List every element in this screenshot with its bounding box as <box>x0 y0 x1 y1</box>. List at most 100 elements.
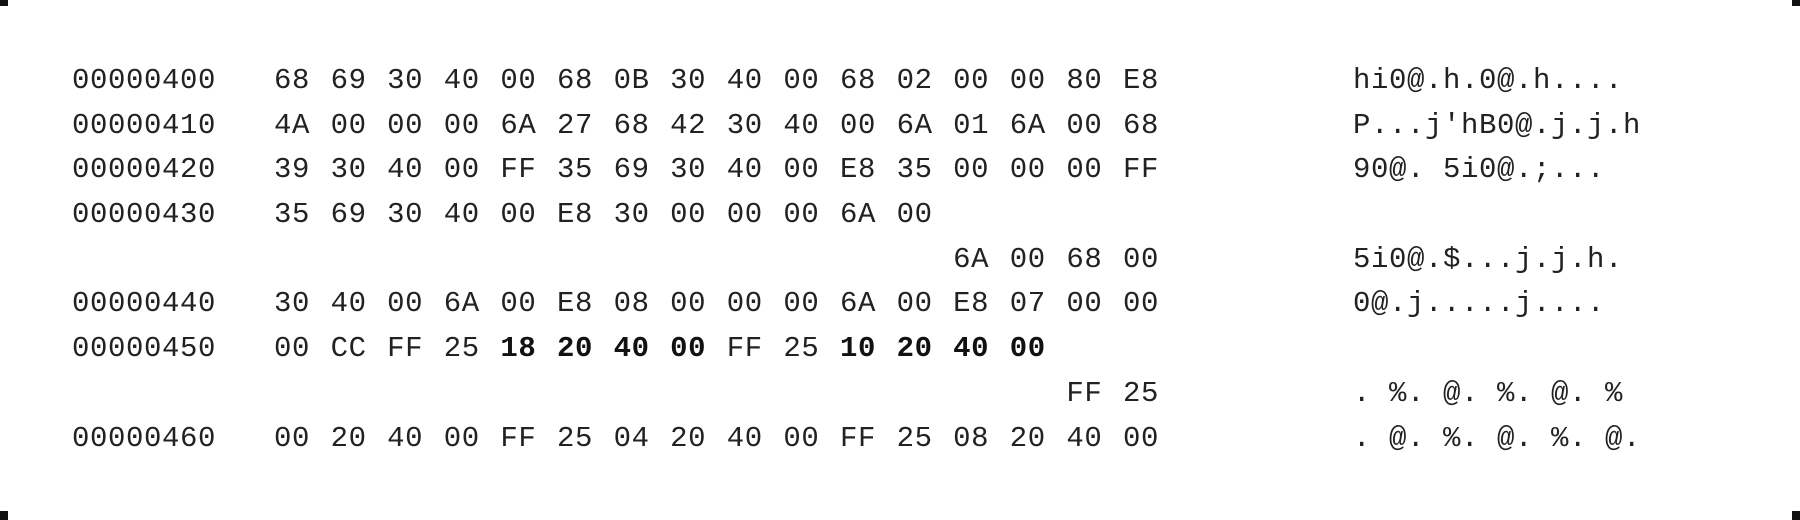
hex-byte: 39 <box>273 153 310 187</box>
hex-row: 00000450 00 CC FF 25 18 20 40 00 FF 25 10 20 40 00 <box>0 327 1800 372</box>
row-offset: 00000410 <box>72 108 217 142</box>
row-ascii: P...j'hB0@.j.j.h <box>1353 108 1642 142</box>
hex-byte: 69 <box>330 64 367 97</box>
hex-byte: E8 <box>1122 64 1159 97</box>
hex-byte: 25 <box>783 332 820 366</box>
hex-byte: 40 <box>1066 421 1103 455</box>
hex-byte: 00 <box>896 198 933 232</box>
hex-byte: 00 <box>443 421 480 455</box>
row-ascii: 0@.j.....j.... <box>1353 287 1606 321</box>
hex-byte: 00 <box>1122 421 1159 455</box>
corner-mark-top-left <box>0 0 8 6</box>
hex-row: 00000430 35 69 30 40 00 E8 30 00 00 00 6A 00 <box>0 193 1800 238</box>
hex-byte: 40 <box>726 153 763 187</box>
hex-byte: 68 <box>839 64 876 97</box>
hex-byte: 00 <box>670 287 707 321</box>
hex-byte: 35 <box>556 153 593 187</box>
corner-mark-bottom-left <box>0 511 8 520</box>
hex-byte: 40 <box>443 64 480 97</box>
hex-byte: 00 <box>273 421 310 455</box>
hex-byte: 30 <box>613 198 650 232</box>
hex-byte-highlighted: 40 <box>613 332 650 366</box>
hex-byte: 00 <box>953 64 990 97</box>
hex-byte: 40 <box>330 287 367 321</box>
hex-dump: 00000400 68 69 30 40 00 68 0B 30 40 00 68 02 00 00 80 E8… <box>0 59 1800 461</box>
hex-byte: 4A <box>273 108 310 142</box>
hex-byte: 25 <box>896 421 933 455</box>
hex-byte: 00 <box>839 108 876 142</box>
hex-byte: 02 <box>896 64 933 97</box>
hex-byte: 6A <box>500 108 537 142</box>
hex-byte: 00 <box>783 64 820 97</box>
hex-byte: 00 <box>783 421 820 455</box>
row-ascii: hi0@.h.0@.h.... <box>1353 64 1624 97</box>
hex-byte: 00 <box>443 153 480 187</box>
hex-byte: 00 <box>1122 287 1159 321</box>
hex-byte: FF <box>500 153 537 187</box>
hex-byte: 00 <box>1066 287 1103 321</box>
hex-byte: 00 <box>783 287 820 321</box>
hex-row: FF 25 . %. @. %. @. % <box>0 372 1800 417</box>
hex-byte: FF <box>1122 153 1159 187</box>
hex-byte: FF <box>387 332 424 366</box>
hex-byte: E8 <box>556 198 593 232</box>
hex-byte: 35 <box>896 153 933 187</box>
hex-byte: CC <box>330 332 367 366</box>
hex-byte: 00 <box>387 108 424 142</box>
hex-byte: 40 <box>443 198 480 232</box>
hex-byte: 0B <box>613 64 650 97</box>
hex-byte: 68 <box>1066 242 1103 276</box>
hex-byte: 6A <box>896 108 933 142</box>
hex-byte: 00 <box>1009 153 1046 187</box>
hex-byte: 69 <box>330 198 367 232</box>
hex-byte: 40 <box>726 64 763 97</box>
hex-byte: 27 <box>556 108 593 142</box>
hex-byte: 00 <box>330 108 367 142</box>
hex-row: 00000440 30 40 00 6A 00 E8 08 00 00 00 6A 00 E8 07 00 00… <box>0 282 1800 327</box>
hex-byte: FF <box>839 421 876 455</box>
hex-byte: 04 <box>613 421 650 455</box>
hex-byte: 30 <box>387 198 424 232</box>
hex-byte-highlighted: 18 <box>500 332 537 366</box>
row-offset: 00000460 <box>72 421 217 455</box>
hex-row: 6A 00 68 00 5i0@.$...j.j.h. <box>0 238 1800 283</box>
hex-byte: 00 <box>387 287 424 321</box>
hex-byte: E8 <box>839 153 876 187</box>
hex-byte: 00 <box>443 108 480 142</box>
hex-byte: 40 <box>387 153 424 187</box>
hex-byte: 00 <box>500 64 537 97</box>
hex-row: 00000420 39 30 40 00 FF 35 69 30 40 00 E8 35 00 00 00 FF… <box>0 148 1800 193</box>
hex-byte: 08 <box>613 287 650 321</box>
hex-byte: 6A <box>839 198 876 232</box>
hex-byte: 6A <box>953 242 990 276</box>
corner-mark-top-right <box>1792 0 1800 6</box>
hex-byte: 68 <box>273 64 310 97</box>
hex-byte-highlighted: 10 <box>839 332 876 366</box>
hex-byte: 30 <box>670 153 707 187</box>
hex-byte-highlighted: 00 <box>670 332 707 366</box>
row-offset: 00000440 <box>72 287 217 321</box>
hex-byte: 00 <box>1066 153 1103 187</box>
hex-byte-highlighted: 20 <box>556 332 593 366</box>
hex-byte: 00 <box>1009 64 1046 97</box>
hex-byte: 25 <box>556 421 593 455</box>
hex-byte: 40 <box>783 108 820 142</box>
hex-byte: FF <box>726 332 763 366</box>
hex-byte: 30 <box>726 108 763 142</box>
row-offset: 00000420 <box>72 153 217 187</box>
hex-byte: 00 <box>670 198 707 232</box>
hex-byte: 30 <box>387 64 424 97</box>
hex-byte: 20 <box>1009 421 1046 455</box>
hex-byte: 40 <box>726 421 763 455</box>
hex-byte: 42 <box>670 108 707 142</box>
hex-byte: 08 <box>953 421 990 455</box>
hex-byte: 00 <box>500 287 537 321</box>
corner-mark-bottom-right <box>1792 511 1800 520</box>
hex-byte: 00 <box>783 153 820 187</box>
hex-byte: 68 <box>556 64 593 97</box>
hex-byte: 00 <box>953 153 990 187</box>
hex-byte: 30 <box>670 64 707 97</box>
hex-byte: 01 <box>953 108 990 142</box>
hex-byte: 6A <box>443 287 480 321</box>
hex-byte: 00 <box>1066 108 1103 142</box>
